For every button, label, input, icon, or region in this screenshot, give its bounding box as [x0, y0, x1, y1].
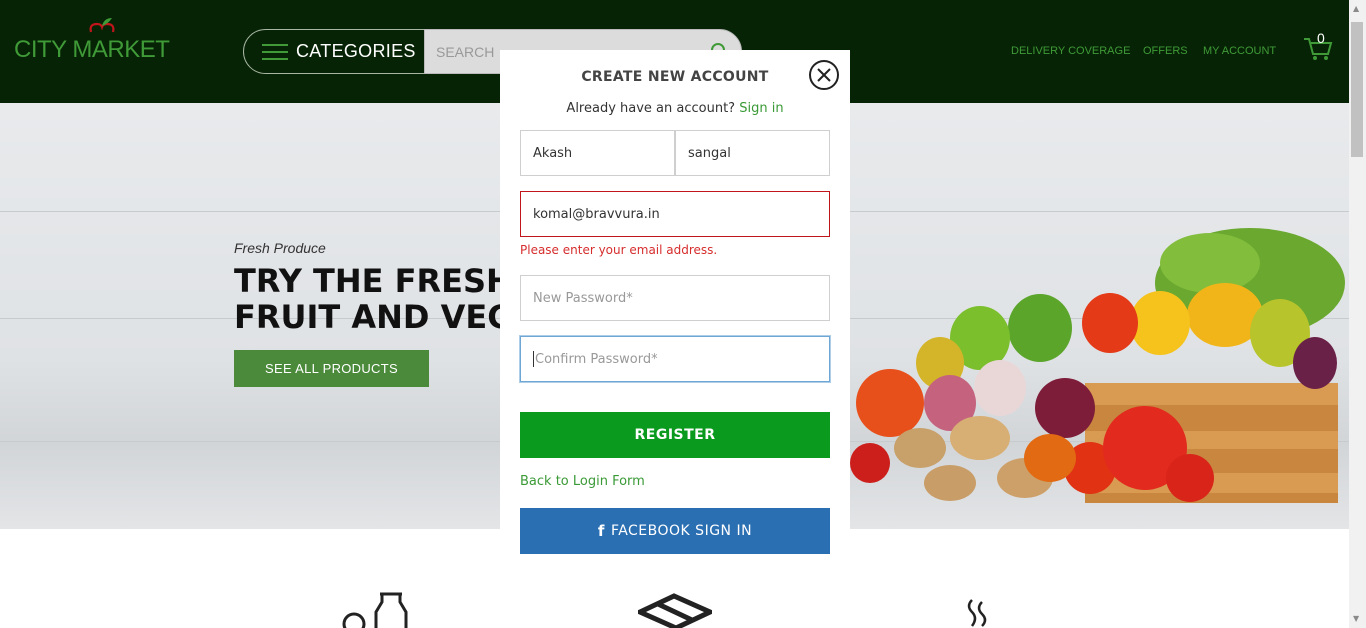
close-button[interactable] — [809, 60, 839, 90]
create-account-modal: CREATE NEW ACCOUNT Already have an accou… — [500, 50, 850, 574]
have-account-text: Already have an account? — [566, 101, 736, 116]
hero-subtitle: Fresh Produce — [234, 240, 326, 256]
confirm-password-placeholder: Confirm Password* — [535, 351, 658, 367]
nav-offers[interactable]: OFFERS — [1143, 45, 1188, 57]
hamburger-icon — [262, 43, 288, 60]
hero-title: TRY THE FRESHEST FRUIT AND VEGETABLES — [234, 263, 504, 337]
scroll-down-icon[interactable]: ▼ — [1353, 614, 1359, 623]
search-input[interactable]: SEARCH — [436, 44, 494, 60]
text-caret — [533, 351, 534, 367]
scroll-thumb[interactable] — [1351, 22, 1363, 157]
facebook-icon: f — [597, 522, 605, 540]
vegetables-image — [850, 228, 1345, 503]
page-scrollbar[interactable]: ▲ ▼ — [1349, 0, 1366, 628]
back-to-login-link[interactable]: Back to Login Form — [520, 474, 645, 489]
modal-title: CREATE NEW ACCOUNT — [581, 69, 769, 85]
scroll-up-icon[interactable]: ▲ — [1353, 4, 1359, 13]
milk-fruit-icon — [342, 592, 408, 628]
cart-count: 0 — [1317, 30, 1325, 46]
categories-button[interactable]: CATEGORIES — [243, 29, 425, 74]
facebook-sign-in-button[interactable]: f FACEBOOK SIGN IN — [520, 508, 830, 554]
hero-title-line2: FRUIT AND VEGETABLES — [234, 298, 504, 336]
steam-icon — [967, 599, 987, 627]
email-field[interactable]: komal@bravvura.in — [520, 191, 830, 237]
city-market-logo[interactable]: CITY MARKET — [14, 14, 170, 70]
facebook-sign-in-label: FACEBOOK SIGN IN — [610, 523, 753, 539]
have-account-line: Already have an account? Sign in — [500, 101, 850, 116]
last-name-field[interactable]: sangal — [675, 130, 830, 176]
sign-in-link[interactable]: Sign in — [739, 101, 783, 116]
categories-label: CATEGORIES — [296, 41, 416, 61]
hero-title-line1: TRY THE FRESHEST — [234, 263, 504, 300]
nav-my-account[interactable]: MY ACCOUNT — [1203, 45, 1276, 57]
nav-delivery-coverage[interactable]: DELIVERY COVERAGE — [1011, 45, 1130, 57]
register-button[interactable]: REGISTER — [520, 412, 830, 458]
confirm-password-field[interactable]: Confirm Password* — [520, 336, 830, 382]
email-error-message: Please enter your email address. — [520, 243, 718, 257]
see-all-products-button[interactable]: SEE ALL PRODUCTS — [234, 350, 429, 387]
logo-text: CITY MARKET — [14, 36, 170, 63]
close-icon — [817, 68, 831, 82]
new-password-field[interactable]: New Password* — [520, 275, 830, 321]
box-icon — [638, 593, 712, 628]
first-name-field[interactable]: Akash — [520, 130, 675, 176]
